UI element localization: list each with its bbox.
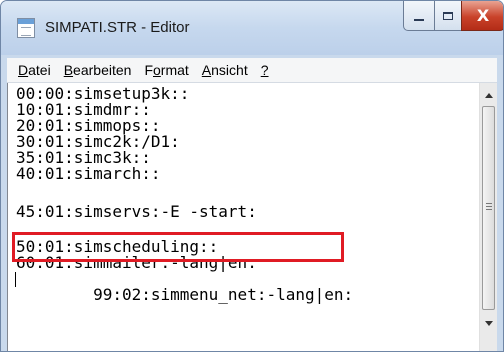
- close-icon: X: [476, 5, 490, 25]
- close-button[interactable]: X: [461, 1, 503, 31]
- menu-ansicht[interactable]: Ansicht: [202, 62, 248, 78]
- menu-datei[interactable]: Datei: [18, 62, 51, 78]
- red-highlight-box: [12, 232, 344, 262]
- maximize-button[interactable]: [434, 1, 462, 31]
- text-line: 99:02:simmenu_net:-lang|en:: [15, 271, 475, 303]
- scrollbar-thumb[interactable]: [482, 106, 495, 310]
- menu-format[interactable]: Format: [144, 62, 188, 78]
- vertical-scrollbar[interactable]: [479, 83, 497, 351]
- menu-help[interactable]: ?: [261, 62, 269, 78]
- window-title: SIMPATI.STR - Editor: [45, 19, 190, 36]
- grip-line: [486, 209, 492, 210]
- minimize-button[interactable]: [403, 1, 435, 31]
- scroll-up-button[interactable]: [480, 87, 497, 104]
- notepad-icon[interactable]: [17, 18, 35, 38]
- text-editor[interactable]: 00:00:simsetup3k:: 10:01:simdmr:: 20:01:…: [7, 83, 497, 351]
- arrow-down-icon: [484, 321, 493, 326]
- title-bar[interactable]: SIMPATI.STR - Editor X: [1, 1, 503, 55]
- menu-bar: Datei Bearbeiten Format Ansicht ?: [7, 58, 497, 83]
- text-line-highlighted: 45:01:simservs:-E -start:: [16, 202, 257, 221]
- menu-bearbeiten[interactable]: Bearbeiten: [64, 62, 132, 78]
- arrow-up-icon: [484, 93, 493, 98]
- minimize-icon: [414, 18, 424, 21]
- text-caret: [15, 272, 16, 287]
- text-content[interactable]: 00:00:simsetup3k:: 10:01:simdmr:: 20:01:…: [12, 86, 475, 303]
- text-line: 40:01:simarch::: [16, 164, 161, 183]
- grip-line: [486, 203, 492, 204]
- scroll-down-button[interactable]: [480, 315, 497, 332]
- maximize-icon: [443, 11, 453, 20]
- grip-line: [486, 206, 492, 207]
- editor-window: SIMPATI.STR - Editor X Datei Bearbeiten …: [0, 0, 504, 352]
